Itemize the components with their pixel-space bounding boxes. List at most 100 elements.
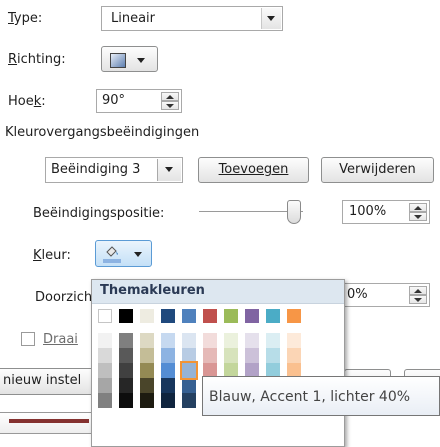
preview-swatch (0, 412, 92, 434)
add-stop-label: Toevoegen (218, 162, 289, 177)
arrow-down-icon (166, 104, 174, 108)
arrow-down-icon (414, 215, 422, 219)
hoek-spin-up[interactable] (161, 92, 179, 101)
hoek-label: Hoek: (8, 94, 46, 109)
palette-header: Themakleuren (92, 280, 344, 304)
theme-color-swatch[interactable] (98, 309, 112, 323)
position-spin-down[interactable] (409, 212, 427, 221)
shade-color-swatch[interactable] (182, 333, 196, 348)
arrow-down-icon (414, 298, 422, 302)
shade-color-swatch[interactable] (161, 363, 175, 378)
remove-stop-button[interactable]: Verwijderen (321, 157, 434, 183)
theme-color-swatch[interactable] (203, 309, 217, 323)
shade-color-swatch[interactable] (98, 378, 112, 393)
theme-color-swatch[interactable] (140, 309, 154, 323)
shade-color-swatch[interactable] (203, 333, 217, 348)
shade-color-swatch[interactable] (224, 348, 238, 363)
palette-heading: Themakleuren (100, 283, 205, 298)
chevron-down-icon (165, 167, 173, 172)
richting-dropdown-button[interactable] (101, 46, 158, 72)
chevron-down-icon (137, 58, 145, 63)
shade-color-swatch[interactable] (287, 333, 301, 348)
hoek-spin-down[interactable] (161, 101, 179, 110)
rotate-checkbox[interactable] (21, 332, 35, 346)
shade-color-swatch[interactable] (161, 333, 175, 348)
theme-color-swatch[interactable] (119, 309, 133, 323)
chevron-down-icon (134, 252, 142, 257)
theme-color-swatch[interactable] (161, 309, 175, 323)
transparency-spinner[interactable]: 0% (342, 283, 430, 307)
shade-color-swatch[interactable] (119, 348, 133, 363)
arrow-up-icon (414, 289, 422, 293)
shade-color-swatch[interactable] (266, 333, 280, 348)
shade-color-swatch[interactable] (98, 363, 112, 378)
theme-color-swatch[interactable] (266, 309, 280, 323)
shade-color-swatch[interactable] (182, 393, 196, 408)
shade-color-swatch[interactable] (140, 378, 154, 393)
shade-color-swatch[interactable] (119, 393, 133, 408)
kleur-dropdown-button[interactable] (95, 240, 152, 267)
swatch-tooltip: Blauw, Accent 1, lichter 40% (202, 376, 440, 416)
hovered-color-swatch[interactable] (180, 361, 198, 380)
shade-color-swatch[interactable] (161, 378, 175, 393)
shade-color-swatch[interactable] (119, 333, 133, 348)
shade-color-swatch[interactable] (161, 393, 175, 408)
theme-color-swatch[interactable] (224, 309, 238, 323)
rotate-checkbox-label: Draai (43, 332, 78, 347)
hoek-spinner[interactable]: 90° (96, 89, 182, 113)
current-color-bar (103, 259, 121, 263)
gradient-stop-value: Beëindiging 3 (51, 162, 141, 177)
shade-color-swatch[interactable] (182, 378, 196, 393)
shade-color-swatch[interactable] (245, 348, 259, 363)
type-select[interactable]: Lineair (101, 6, 283, 31)
shade-color-swatch[interactable] (98, 393, 112, 408)
kleur-label: Kleur: (33, 248, 71, 263)
tooltip-text: Blauw, Accent 1, lichter 40% (209, 389, 411, 405)
transparency-spin-down[interactable] (409, 295, 427, 304)
reset-button-label: nieuw instel (3, 373, 82, 388)
transparency-label: Doorzicht (35, 290, 98, 305)
hoek-value: 90° (102, 93, 126, 108)
add-stop-button[interactable]: Toevoegen (198, 157, 309, 183)
shade-color-swatch[interactable] (161, 348, 175, 363)
gradient-stops-heading: Kleurovergangsbeëindigingen (5, 125, 200, 140)
color-palette-popup: Themakleuren (91, 279, 345, 447)
type-select-value: Lineair (111, 11, 156, 26)
richting-label: Richting: (8, 52, 66, 67)
shade-color-swatch[interactable] (140, 393, 154, 408)
position-spin-up[interactable] (409, 203, 427, 212)
preview-bar (9, 419, 89, 423)
type-label: Type: (8, 11, 43, 26)
shade-color-swatch[interactable] (140, 363, 154, 378)
shade-color-swatch[interactable] (119, 363, 133, 378)
position-spinner[interactable]: 100% (342, 200, 430, 224)
shade-color-swatch[interactable] (224, 333, 238, 348)
position-label: Beëindigingspositie: (33, 206, 165, 221)
shade-color-swatch[interactable] (119, 378, 133, 393)
transparency-value: 0% (347, 287, 368, 302)
shade-color-swatch[interactable] (98, 348, 112, 363)
theme-color-swatch[interactable] (287, 309, 301, 323)
shade-color-swatch[interactable] (266, 348, 280, 363)
position-value: 100% (349, 204, 387, 219)
shade-color-swatch[interactable] (140, 348, 154, 363)
theme-color-swatch[interactable] (182, 309, 196, 323)
shade-color-swatch[interactable] (182, 348, 196, 363)
gradient-stop-dropdown-button[interactable] (157, 159, 181, 181)
position-slider-thumb[interactable] (287, 200, 301, 224)
reset-button[interactable]: nieuw instel (0, 368, 96, 395)
theme-color-swatch[interactable] (245, 309, 259, 323)
remove-stop-label: Verwijderen (339, 162, 416, 177)
arrow-up-icon (166, 95, 174, 99)
shade-color-swatch[interactable] (98, 333, 112, 348)
transparency-spin-up[interactable] (409, 286, 427, 295)
linear-gradient-direction-icon (110, 53, 126, 68)
type-select-dropdown-button[interactable] (261, 8, 281, 29)
shade-color-swatch[interactable] (203, 348, 217, 363)
chevron-down-icon (267, 16, 275, 21)
gradient-stop-select[interactable]: Beëindiging 3 (45, 157, 183, 183)
paint-bucket-icon (104, 245, 120, 257)
shade-color-swatch[interactable] (287, 348, 301, 363)
shade-color-swatch[interactable] (245, 333, 259, 348)
shade-color-swatch[interactable] (140, 333, 154, 348)
